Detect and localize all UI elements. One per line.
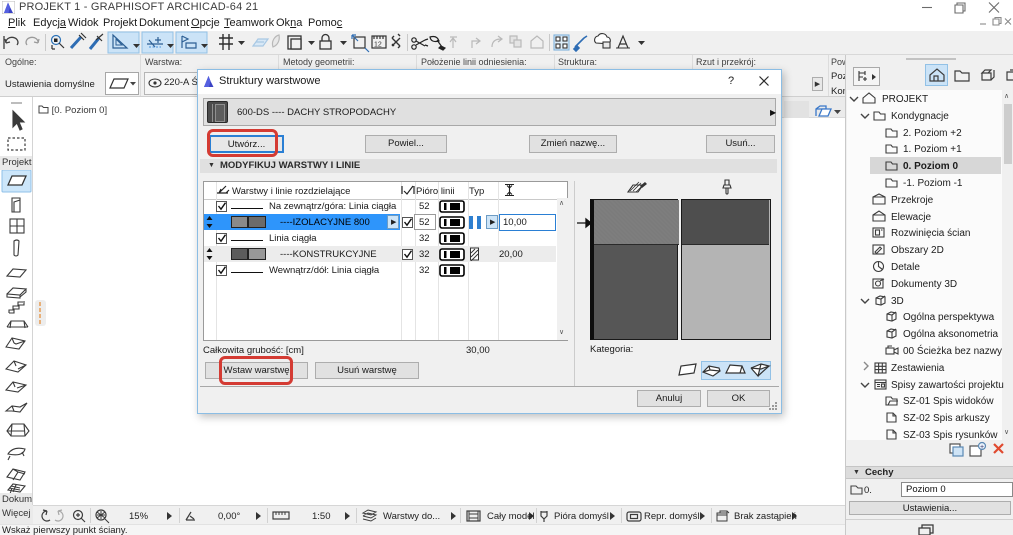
svg-text:12: 12 — [374, 42, 382, 49]
svg-text:+: + — [980, 444, 984, 451]
